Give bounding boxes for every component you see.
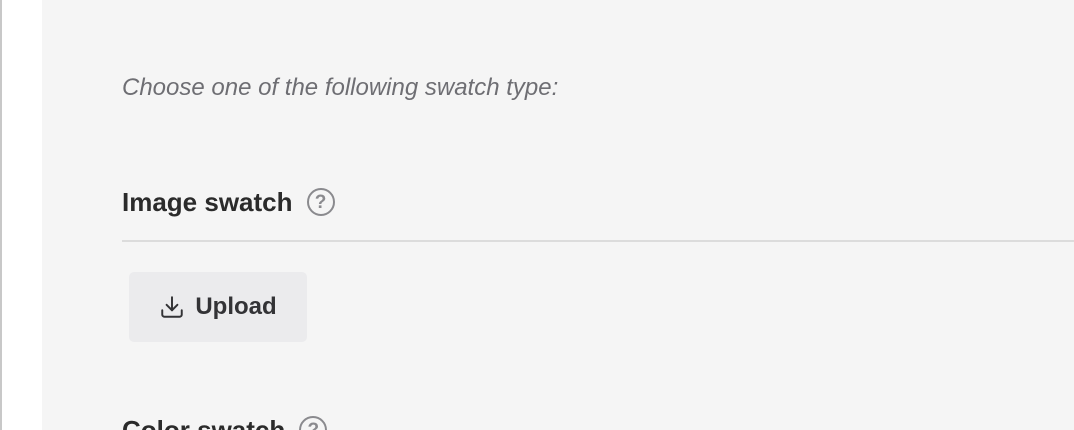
image-swatch-heading: Image swatch ? — [122, 184, 335, 220]
question-circle-icon[interactable]: ? — [299, 416, 328, 430]
color-swatch-title: Color swatch — [122, 415, 286, 430]
download-arrow-icon — [161, 296, 184, 318]
left-border — [0, 0, 2, 430]
swatch-settings-panel: Choose one of the following swatch type:… — [42, 0, 1074, 430]
swatch-type-instruction: Choose one of the following swatch type: — [122, 74, 559, 101]
question-circle-icon[interactable]: ? — [306, 188, 335, 216]
left-gutter — [0, 0, 42, 430]
page: Choose one of the following swatch type:… — [0, 0, 1074, 430]
image-swatch-title: Image swatch — [122, 187, 293, 217]
upload-button-label: Upload — [195, 293, 277, 320]
section-divider — [122, 240, 1074, 242]
color-swatch-heading: Color swatch ? — [122, 412, 328, 430]
upload-button[interactable]: Upload — [129, 272, 307, 342]
